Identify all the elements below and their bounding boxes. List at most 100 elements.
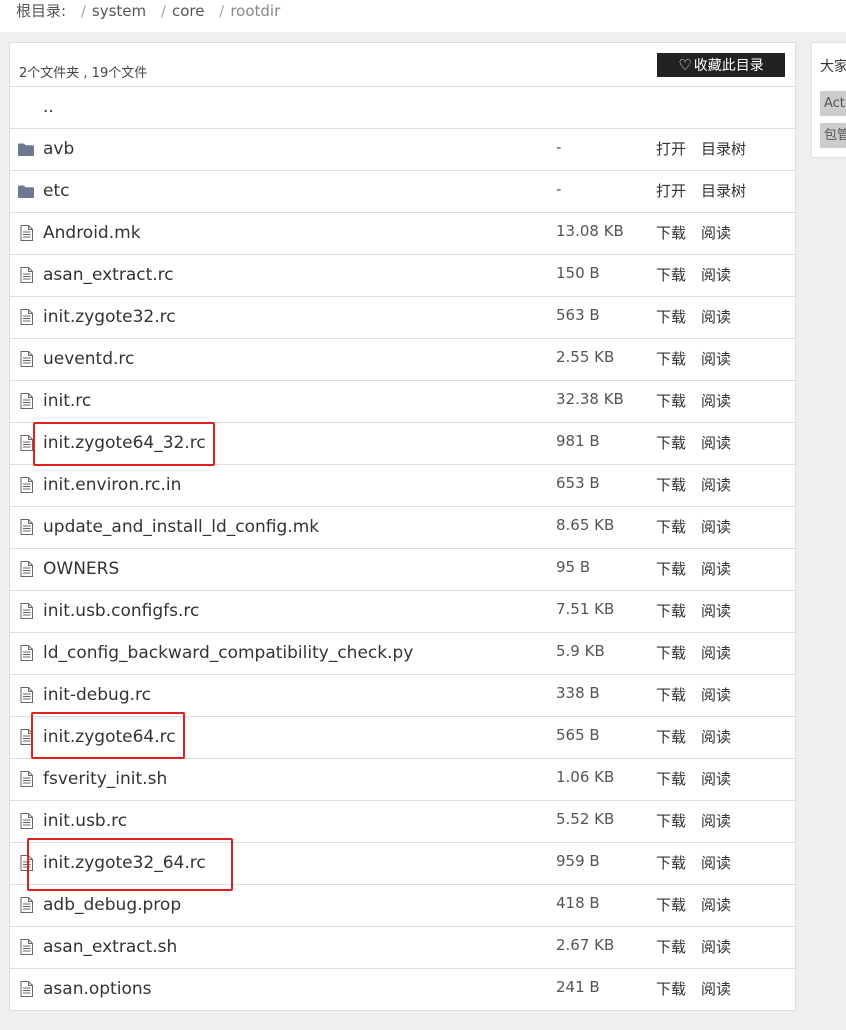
read-link[interactable]: 阅读 (701, 516, 731, 537)
item-name-link[interactable]: update_and_install_ld_config.mk (43, 517, 319, 537)
file-row: init.zygote64.rc 565 B 下载 阅读 (10, 717, 795, 759)
item-name-link[interactable]: init-debug.rc (43, 685, 151, 705)
item-name-link[interactable]: init.zygote64_32.rc (43, 433, 206, 453)
favorite-directory-button[interactable]: ♡ 收藏此目录 (657, 53, 785, 77)
file-icon (18, 267, 34, 283)
download-link[interactable]: 下载 (656, 684, 686, 705)
read-link[interactable]: 阅读 (701, 432, 731, 453)
read-link[interactable]: 阅读 (701, 642, 731, 663)
item-size: 7.51 KB (556, 600, 615, 618)
file-row: init.usb.rc 5.52 KB 下载 阅读 (10, 801, 795, 843)
item-name-link[interactable]: OWNERS (43, 559, 119, 579)
item-name-link[interactable]: init.usb.rc (43, 811, 127, 831)
read-link[interactable]: 阅读 (701, 978, 731, 999)
item-size: 959 B (556, 852, 600, 870)
download-link[interactable]: 下载 (656, 810, 686, 831)
item-size: 8.65 KB (556, 516, 615, 534)
open-link[interactable]: 打开 (656, 138, 686, 159)
item-name-link[interactable]: ld_config_backward_compatibility_check.p… (43, 643, 413, 663)
file-icon (18, 603, 34, 619)
download-link[interactable]: 下载 (656, 306, 686, 327)
item-name-link[interactable]: init.zygote64.rc (43, 727, 176, 747)
download-link[interactable]: 下载 (656, 768, 686, 789)
item-name-link[interactable]: ueventd.rc (43, 349, 134, 369)
file-icon (18, 813, 34, 829)
item-size: 5.9 KB (556, 642, 605, 660)
download-link[interactable]: 下载 (656, 894, 686, 915)
download-link[interactable]: 下载 (656, 390, 686, 411)
item-size: 2.67 KB (556, 936, 615, 954)
read-link[interactable]: 阅读 (701, 348, 731, 369)
file-row: Android.mk 13.08 KB 下载 阅读 (10, 213, 795, 255)
directory-tree-link[interactable]: 目录树 (701, 138, 746, 159)
download-link[interactable]: 下载 (656, 936, 686, 957)
item-name-link[interactable]: asan_extract.rc (43, 265, 174, 285)
item-name-link[interactable]: adb_debug.prop (43, 895, 181, 915)
download-link[interactable]: 下载 (656, 726, 686, 747)
file-icon (18, 729, 34, 745)
item-size: 563 B (556, 306, 600, 324)
sidebar-tag[interactable]: Acti (820, 91, 846, 116)
read-link[interactable]: 阅读 (701, 936, 731, 957)
read-link[interactable]: 阅读 (701, 390, 731, 411)
file-icon (18, 309, 34, 325)
breadcrumb-item-core[interactable]: core (172, 2, 205, 20)
folder-icon (18, 141, 34, 157)
item-size: 2.55 KB (556, 348, 615, 366)
item-name-link[interactable]: Android.mk (43, 223, 141, 243)
download-link[interactable]: 下载 (656, 516, 686, 537)
open-link[interactable]: 打开 (656, 180, 686, 201)
directory-tree-link[interactable]: 目录树 (701, 180, 746, 201)
read-link[interactable]: 阅读 (701, 264, 731, 285)
item-name-link[interactable]: etc (43, 181, 69, 201)
download-link[interactable]: 下载 (656, 600, 686, 621)
download-link[interactable]: 下载 (656, 978, 686, 999)
read-link[interactable]: 阅读 (701, 768, 731, 789)
sidebar-title: 大家 (820, 59, 846, 75)
parent-directory-link[interactable]: .. (43, 97, 54, 117)
read-link[interactable]: 阅读 (701, 810, 731, 831)
item-size: - (556, 180, 562, 198)
sidebar-tag[interactable]: 包管 (820, 123, 846, 148)
breadcrumb-item-system[interactable]: system (92, 2, 146, 20)
file-icon (18, 393, 34, 409)
download-link[interactable]: 下载 (656, 264, 686, 285)
item-size: 653 B (556, 474, 600, 492)
item-name-link[interactable]: avb (43, 139, 74, 159)
folder-icon (18, 183, 34, 199)
read-link[interactable]: 阅读 (701, 222, 731, 243)
read-link[interactable]: 阅读 (701, 474, 731, 495)
read-link[interactable]: 阅读 (701, 306, 731, 327)
read-link[interactable]: 阅读 (701, 600, 731, 621)
item-name-link[interactable]: init.zygote32.rc (43, 307, 176, 327)
download-link[interactable]: 下载 (656, 222, 686, 243)
item-name-link[interactable]: init.usb.configfs.rc (43, 601, 199, 621)
item-size: 1.06 KB (556, 768, 615, 786)
download-link[interactable]: 下载 (656, 432, 686, 453)
read-link[interactable]: 阅读 (701, 726, 731, 747)
file-row: asan_extract.rc 150 B 下载 阅读 (10, 255, 795, 297)
read-link[interactable]: 阅读 (701, 558, 731, 579)
parent-directory-row[interactable]: .. (10, 87, 795, 129)
item-name-link[interactable]: init.zygote32_64.rc (43, 853, 206, 873)
item-name-link[interactable]: fsverity_init.sh (43, 769, 167, 789)
download-link[interactable]: 下载 (656, 558, 686, 579)
folder-row: avb - 打开 目录树 (10, 129, 795, 171)
download-link[interactable]: 下载 (656, 852, 686, 873)
download-link[interactable]: 下载 (656, 474, 686, 495)
read-link[interactable]: 阅读 (701, 852, 731, 873)
item-name-link[interactable]: init.rc (43, 391, 91, 411)
breadcrumb-separator: / (160, 2, 166, 20)
item-size: - (556, 138, 562, 156)
file-row: fsverity_init.sh 1.06 KB 下载 阅读 (10, 759, 795, 801)
file-row: ueventd.rc 2.55 KB 下载 阅读 (10, 339, 795, 381)
read-link[interactable]: 阅读 (701, 684, 731, 705)
item-name-link[interactable]: init.environ.rc.in (43, 475, 181, 495)
item-name-link[interactable]: asan_extract.sh (43, 937, 177, 957)
item-size: 95 B (556, 558, 591, 576)
download-link[interactable]: 下载 (656, 642, 686, 663)
item-name-link[interactable]: asan.options (43, 979, 151, 999)
read-link[interactable]: 阅读 (701, 894, 731, 915)
download-link[interactable]: 下载 (656, 348, 686, 369)
file-row: init.usb.configfs.rc 7.51 KB 下载 阅读 (10, 591, 795, 633)
